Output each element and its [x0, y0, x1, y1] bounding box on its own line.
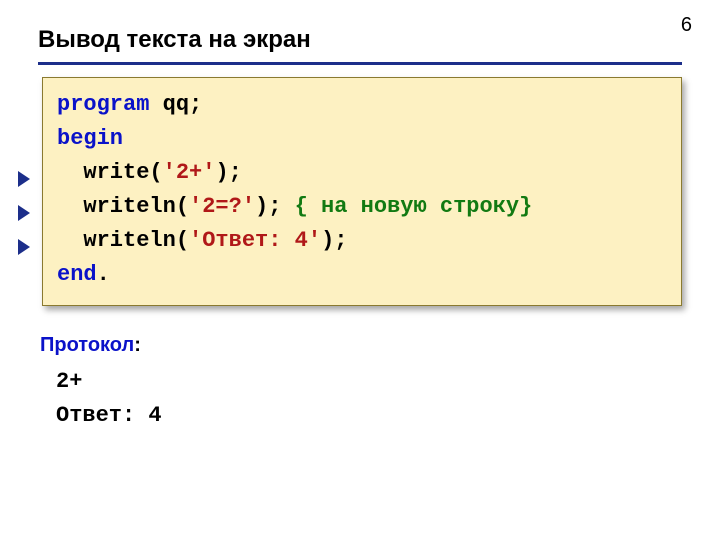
code-text: qq — [149, 92, 189, 117]
bullet-icon — [18, 171, 30, 187]
page-number: 6 — [681, 14, 692, 37]
comment: { на новую строку} — [295, 194, 533, 219]
protocol-line: 2+ — [56, 369, 82, 394]
protocol-label-text: Протокол — [40, 334, 134, 356]
slide-title: Вывод текста на экран — [38, 26, 682, 54]
string-literal: '2=?' — [189, 194, 255, 219]
kw-begin: begin — [57, 126, 123, 151]
code-indent — [57, 194, 83, 219]
slide: 6 Вывод текста на экран program qq; begi… — [0, 0, 720, 540]
protocol-line: Ответ: 4 — [56, 403, 162, 428]
ln-suffix: ln — [149, 228, 175, 253]
bullet-icon — [18, 205, 30, 221]
code-text: ); — [215, 160, 241, 185]
code-box: program qq; begin write('2+'); writeln('… — [42, 77, 682, 306]
string-literal: 'Ответ: 4' — [189, 228, 321, 253]
code-indent — [57, 228, 83, 253]
kw-end: end — [57, 262, 97, 287]
code-text: ( — [176, 228, 189, 253]
code-text: ( — [149, 160, 162, 185]
title-underline — [38, 62, 682, 65]
ln-suffix: ln — [149, 194, 175, 219]
code-text: ); — [321, 228, 347, 253]
code-area: program qq; begin write('2+'); writeln('… — [42, 77, 682, 306]
kw-program: program — [57, 92, 149, 117]
string-literal: '2+' — [163, 160, 216, 185]
fn-write: write — [83, 228, 149, 253]
bullet-icon — [18, 239, 30, 255]
fn-write: write — [83, 194, 149, 219]
code-text: . — [97, 262, 110, 287]
code-text: ; — [189, 92, 202, 117]
protocol-label: Протокол: — [40, 334, 682, 357]
fn-write: write — [83, 160, 149, 185]
code-text: ( — [176, 194, 189, 219]
code-text: ); — [255, 194, 295, 219]
protocol-colon: : — [134, 334, 141, 356]
code-indent — [57, 160, 83, 185]
protocol-output: 2+ Ответ: 4 — [56, 365, 682, 433]
